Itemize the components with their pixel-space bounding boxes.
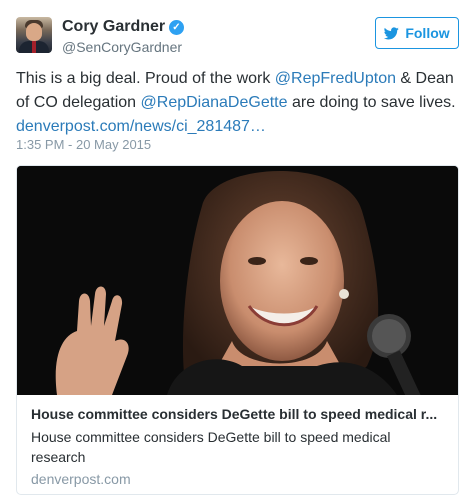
mention-link[interactable]: @RepDianaDeGette [141,94,288,111]
card-image[interactable] [17,166,458,395]
card-description: House committee considers DeGette bill t… [31,429,391,465]
tweet-timestamp[interactable]: 1:35 PM - 20 May 2015 [16,137,151,152]
follow-label: Follow [405,25,450,41]
author-name[interactable]: Cory Gardner [62,18,165,36]
author-handle[interactable]: @SenCoryGardner [62,39,182,55]
avatar[interactable] [16,17,52,53]
embedded-tweet: Cory Gardner ✓ @SenCoryGardner Follow Th… [0,0,475,495]
url-link[interactable]: denverpost.com/news/ci_281487… [16,118,266,135]
speaker-photo [17,166,458,395]
follow-button[interactable]: Follow [375,17,459,49]
tweet-text-part: This is a big deal. Proud of the work [16,70,275,87]
tweet-text: This is a big deal. Proud of the work @R… [16,67,466,139]
twitter-bird-icon [384,26,400,39]
card-domain: denverpost.com [31,471,131,487]
tweet-header: Cory Gardner ✓ @SenCoryGardner Follow [16,17,459,57]
verified-badge-icon: ✓ [169,20,184,35]
card-body[interactable]: House committee considers DeGette bill t… [17,395,458,494]
mention-link[interactable]: @RepFredUpton [275,70,396,87]
tweet-text-part: are doing to save lives. [287,94,456,111]
link-card[interactable]: House committee considers DeGette bill t… [16,165,459,495]
card-title[interactable]: House committee considers DeGette bill t… [31,405,451,423]
